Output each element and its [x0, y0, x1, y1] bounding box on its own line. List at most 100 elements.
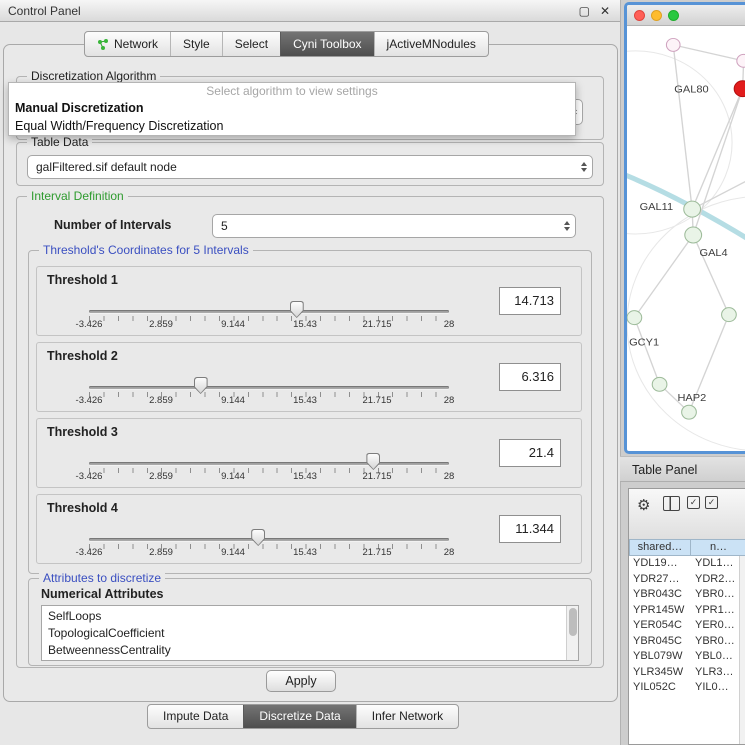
tick-label: 28: [419, 471, 479, 482]
threshold-value-field[interactable]: 11.344: [499, 515, 561, 543]
table-row[interactable]: YBR043CYBR0…: [629, 587, 739, 603]
tick-label: 15.43: [275, 547, 335, 558]
network-node[interactable]: [682, 405, 697, 419]
tab-infer-network[interactable]: Infer Network: [356, 705, 458, 728]
table-cell[interactable]: YDL19…: [629, 556, 691, 572]
tab-cyni-toolbox[interactable]: Cyni Toolbox: [280, 32, 373, 56]
gear-icon[interactable]: ⚙: [637, 496, 650, 514]
table-cell[interactable]: YIL0…: [691, 680, 739, 696]
attributes-list[interactable]: SelfLoopsTopologicalCoefficientBetweenne…: [41, 605, 579, 661]
combo-stepper[interactable]: [581, 156, 587, 178]
table-cell[interactable]: YBR0…: [691, 587, 739, 603]
network-node[interactable]: [627, 311, 642, 325]
list-scrollbar[interactable]: [566, 606, 578, 660]
tab-network[interactable]: Network: [85, 32, 170, 56]
table-cell[interactable]: YDR27…: [629, 572, 691, 588]
slider-tick-labels: -3.4262.8599.14415.4321.71528: [59, 471, 479, 482]
network-node[interactable]: [652, 377, 667, 391]
tab-label: Impute Data: [163, 705, 228, 728]
dropdown-option-equal-width-frequency[interactable]: Equal Width/Frequency Discretization: [9, 117, 575, 135]
network-canvas[interactable]: GAL80 GAL11 GAL4 GCY1 HAP2: [627, 25, 745, 451]
list-item[interactable]: SelfLoops: [42, 608, 566, 625]
table-row[interactable]: YER054CYER0…: [629, 618, 739, 634]
table-cell[interactable]: YBR043C: [629, 587, 691, 603]
close-traffic-light-icon[interactable]: [634, 10, 645, 21]
table-cell[interactable]: YDL1…: [691, 556, 739, 572]
network-node[interactable]: [666, 38, 680, 51]
select-all-columns-checkbox-icon[interactable]: ✓: [687, 496, 700, 509]
threshold-value-field[interactable]: 6.316: [499, 363, 561, 391]
table-row[interactable]: YBL079WYBL0…: [629, 649, 739, 665]
tab-impute-data[interactable]: Impute Data: [148, 705, 243, 728]
table-data-combobox[interactable]: galFiltered.sif default node: [27, 155, 593, 179]
tick-label: 21.715: [347, 319, 407, 330]
table-row[interactable]: YBR045CYBR0…: [629, 634, 739, 650]
table-data-group: Table Data galFiltered.sif default node: [16, 142, 604, 186]
close-icon[interactable]: ✕: [600, 0, 610, 22]
table-cell[interactable]: YBL0…: [691, 649, 739, 665]
slider-track[interactable]: [89, 462, 449, 465]
threshold-value-field[interactable]: 21.4: [499, 439, 561, 467]
network-view-window[interactable]: GAL80 GAL11 GAL4 GCY1 HAP2: [624, 2, 745, 454]
num-intervals-spinner[interactable]: 5: [212, 214, 576, 238]
tick-label: 28: [419, 547, 479, 558]
table-cell[interactable]: YER0…: [691, 618, 739, 634]
threshold-value-field[interactable]: 14.713: [499, 287, 561, 315]
zoom-traffic-light-icon[interactable]: [668, 10, 679, 21]
network-node-selected[interactable]: [734, 81, 745, 97]
table-row[interactable]: YDR27…YDR2…: [629, 572, 739, 588]
table-row[interactable]: YLR345WYLR3…: [629, 665, 739, 681]
list-item[interactable]: TopologicalCoefficient: [42, 625, 566, 642]
minimize-traffic-light-icon[interactable]: [651, 10, 662, 21]
select-none-columns-checkbox-icon[interactable]: ✓: [705, 496, 718, 509]
group-title: Discretization Algorithm: [27, 69, 160, 83]
slider-tick-labels: -3.4262.8599.14415.4321.71528: [59, 319, 479, 330]
network-node[interactable]: [685, 227, 702, 243]
table-cell[interactable]: YLR3…: [691, 665, 739, 681]
table-cell[interactable]: YBR0…: [691, 634, 739, 650]
table-row[interactable]: YIL052CYIL0…: [629, 680, 739, 696]
table-cell[interactable]: YLR345W: [629, 665, 691, 681]
tab-jactivemnodules[interactable]: jActiveMNodules: [374, 32, 488, 56]
slider-track[interactable]: [89, 310, 449, 313]
table-cell[interactable]: YPR145W: [629, 603, 691, 619]
table-cell[interactable]: YPR1…: [691, 603, 739, 619]
slider-thumb[interactable]: [194, 377, 208, 394]
tick-label: 21.715: [347, 547, 407, 558]
tab-label: Network: [114, 32, 158, 56]
table-cell[interactable]: YBL079W: [629, 649, 691, 665]
network-node[interactable]: [737, 54, 745, 67]
slider-track[interactable]: [89, 538, 449, 541]
slider-thumb[interactable]: [251, 529, 265, 546]
table-cell[interactable]: YBR045C: [629, 634, 691, 650]
table-cell[interactable]: YIL052C: [629, 680, 691, 696]
tick-label: -3.426: [59, 471, 119, 482]
slider-thumb[interactable]: [366, 453, 380, 470]
column-header[interactable]: n…: [691, 539, 745, 556]
table-panel-header: Table Panel: [620, 456, 745, 482]
table-row[interactable]: YPR145WYPR1…: [629, 603, 739, 619]
dropdown-option-manual-discretization[interactable]: Manual Discretization: [9, 99, 575, 117]
tab-discretize-data[interactable]: Discretize Data: [243, 705, 355, 728]
table-row[interactable]: YDL19…YDL1…: [629, 556, 739, 572]
network-node[interactable]: [684, 201, 701, 217]
group-title: Threshold's Coordinates for 5 Intervals: [39, 243, 253, 257]
spinner-stepper[interactable]: [564, 215, 570, 237]
group-title: Interval Definition: [27, 189, 128, 203]
table-cell[interactable]: YDR2…: [691, 572, 739, 588]
slider-track[interactable]: [89, 386, 449, 389]
list-item[interactable]: BetweennessCentrality: [42, 642, 566, 659]
tick-label: -3.426: [59, 547, 119, 558]
tab-select[interactable]: Select: [222, 32, 280, 56]
network-node[interactable]: [722, 308, 737, 322]
table-panel-window: ⚙ ✓ ✓ shared… n… YDL19…YDL1…YDR27…YDR2…Y…: [628, 488, 745, 745]
slider-thumb[interactable]: [290, 301, 304, 318]
column-header[interactable]: shared…: [629, 539, 691, 556]
tab-style[interactable]: Style: [170, 32, 222, 56]
float-window-icon[interactable]: ▢: [579, 0, 590, 22]
columns-icon[interactable]: [663, 496, 680, 511]
table-scrollbar[interactable]: [739, 556, 745, 744]
apply-button[interactable]: Apply: [266, 670, 336, 692]
control-panel: Control Panel ▢ ✕ Network Style Select C…: [0, 0, 621, 745]
table-cell[interactable]: YER054C: [629, 618, 691, 634]
